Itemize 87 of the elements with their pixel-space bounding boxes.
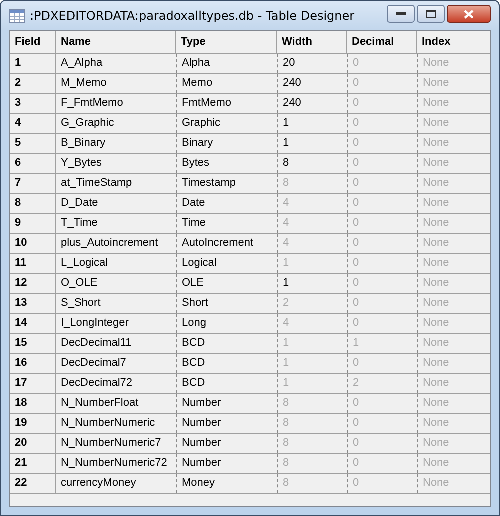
table-cell[interactable]: Long: [176, 314, 277, 333]
row-header[interactable]: 1: [10, 54, 56, 73]
table-cell[interactable]: F_FmtMemo: [56, 94, 176, 113]
table-cell[interactable]: DecDecimal7: [56, 354, 176, 373]
row-header[interactable]: 22: [10, 474, 56, 493]
row-header[interactable]: 18: [10, 394, 56, 413]
row-header[interactable]: 15: [10, 334, 56, 353]
row-header[interactable]: 8: [10, 194, 56, 213]
table-cell[interactable]: Time: [176, 214, 277, 233]
table-cell[interactable]: BCD: [176, 374, 277, 393]
table-cell[interactable]: Logical: [176, 254, 277, 273]
row-header[interactable]: 3: [10, 94, 56, 113]
column-header[interactable]: Width: [277, 31, 347, 53]
table-cell[interactable]: Number: [176, 414, 277, 433]
row-header[interactable]: 10: [10, 234, 56, 253]
table-cell[interactable]: M_Memo: [56, 74, 176, 93]
column-header[interactable]: Decimal: [347, 31, 417, 53]
table-cell[interactable]: Date: [176, 194, 277, 213]
row-header[interactable]: 12: [10, 274, 56, 293]
table-cell[interactable]: 1: [277, 114, 347, 133]
table-cell[interactable]: A_Alpha: [56, 54, 176, 73]
table-cell[interactable]: DecDecimal11: [56, 334, 176, 353]
column-header[interactable]: Index: [417, 31, 490, 53]
table-cell[interactable]: Binary: [176, 134, 277, 153]
table-cell[interactable]: D_Date: [56, 194, 176, 213]
table-cell[interactable]: 240: [277, 74, 347, 93]
table-cell[interactable]: Money: [176, 474, 277, 493]
table-cell[interactable]: Graphic: [176, 114, 277, 133]
table-cell[interactable]: Timestamp: [176, 174, 277, 193]
table-cell[interactable]: currencyMoney: [56, 474, 176, 493]
table-cell[interactable]: I_LongInteger: [56, 314, 176, 333]
table-cell[interactable]: Alpha: [176, 54, 277, 73]
row-header[interactable]: 19: [10, 414, 56, 433]
table-cell[interactable]: O_OLE: [56, 274, 176, 293]
table-cell[interactable]: N_NumberNumeric: [56, 414, 176, 433]
table-cell[interactable]: 1: [277, 274, 347, 293]
window-title: :PDXEDITORDATA:paradoxalltypes.db - Table Designer: [30, 8, 356, 22]
row-header[interactable]: 11: [10, 254, 56, 273]
table-cell[interactable]: Memo: [176, 74, 277, 93]
row-header[interactable]: 2: [10, 74, 56, 93]
table-cell[interactable]: DecDecimal72: [56, 374, 176, 393]
close-icon: [464, 10, 474, 18]
table-cell[interactable]: Bytes: [176, 154, 277, 173]
close-button[interactable]: [447, 5, 491, 23]
row-header[interactable]: 16: [10, 354, 56, 373]
table-cell[interactable]: Number: [176, 434, 277, 453]
maximize-icon: [426, 10, 436, 18]
column-header[interactable]: Field: [10, 31, 56, 53]
table-cell[interactable]: 20: [277, 54, 347, 73]
row-header[interactable]: 7: [10, 174, 56, 193]
table-cell[interactable]: 240: [277, 94, 347, 113]
table-icon: [9, 8, 25, 22]
row-header[interactable]: 9: [10, 214, 56, 233]
table-cell[interactable]: Number: [176, 394, 277, 413]
table-cell[interactable]: T_Time: [56, 214, 176, 233]
minimize-button[interactable]: [387, 5, 415, 23]
row-header[interactable]: 17: [10, 374, 56, 393]
table-cell[interactable]: FmtMemo: [176, 94, 277, 113]
table-cell[interactable]: OLE: [176, 274, 277, 293]
maximize-button[interactable]: [417, 5, 445, 23]
table-cell[interactable]: N_NumberNumeric72: [56, 454, 176, 473]
row-header[interactable]: 6: [10, 154, 56, 173]
table-cell[interactable]: L_Logical: [56, 254, 176, 273]
row-header[interactable]: 5: [10, 134, 56, 153]
table-cell[interactable]: 8: [277, 154, 347, 173]
table-cell[interactable]: BCD: [176, 334, 277, 353]
column-header[interactable]: Type: [176, 31, 277, 53]
table-cell[interactable]: S_Short: [56, 294, 176, 313]
row-header[interactable]: 20: [10, 434, 56, 453]
table-cell[interactable]: at_TimeStamp: [56, 174, 176, 193]
row-header[interactable]: 4: [10, 114, 56, 133]
table-cell[interactable]: N_NumberNumeric7: [56, 434, 176, 453]
table-cell[interactable]: N_NumberFloat: [56, 394, 176, 413]
table-cell[interactable]: BCD: [176, 354, 277, 373]
table-cell[interactable]: Short: [176, 294, 277, 313]
table-cell[interactable]: G_Graphic: [56, 114, 176, 133]
table-cell[interactable]: plus_Autoincrement: [56, 234, 176, 253]
row-header[interactable]: 13: [10, 294, 56, 313]
row-header[interactable]: 21: [10, 454, 56, 473]
column-header[interactable]: Name: [56, 31, 176, 53]
table-cell[interactable]: AutoIncrement: [176, 234, 277, 253]
table-cell[interactable]: Y_Bytes: [56, 154, 176, 173]
row-header[interactable]: 14: [10, 314, 56, 333]
table-cell[interactable]: Number: [176, 454, 277, 473]
table-cell[interactable]: B_Binary: [56, 134, 176, 153]
table-cell[interactable]: 1: [277, 134, 347, 153]
minimize-icon: [396, 12, 406, 16]
